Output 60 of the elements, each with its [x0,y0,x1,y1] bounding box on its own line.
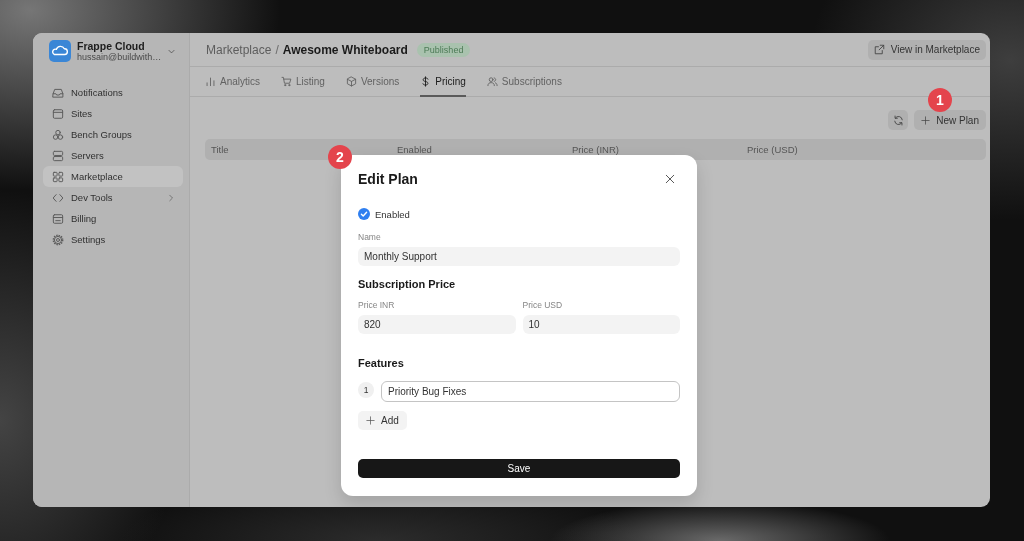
checkbox-label: Enabled [375,208,410,220]
refresh-icon [892,114,904,126]
column-header: Price (USD) [747,144,798,155]
breadcrumb-separator: / [275,42,279,57]
breadcrumb-link[interactable]: Marketplace [206,42,272,57]
section-heading: Features [358,356,404,370]
new-plan-button[interactable]: New Plan [914,110,986,130]
wallet-icon [52,212,64,225]
cube-icon [345,75,357,87]
cart-icon [281,75,292,87]
server-icon [52,149,64,162]
sidebar-item[interactable]: Servers [43,145,183,166]
circles-icon [52,128,64,141]
users-icon [486,75,498,87]
dollar-icon [420,75,432,87]
column-header: Enabled [397,144,432,155]
plus-icon [366,416,375,425]
chevron-right-icon [167,193,175,202]
add-feature-button[interactable]: Add [358,411,407,430]
external-link-icon [873,44,885,55]
sidebar-item[interactable]: Settings [43,229,183,250]
status-badge: Published [416,42,471,57]
field-label: Name [358,232,381,243]
account-name: Frappe Cloud [77,39,145,52]
feature-field[interactable]: Priority Bug Fixes [381,381,680,402]
feature-number: 1 [358,382,374,398]
refresh-button[interactable] [888,110,909,130]
field-label: Price USD [522,300,563,311]
sidebar-item[interactable]: Marketplace [43,166,183,187]
save-button[interactable]: Save [358,459,680,478]
plus-icon [921,115,931,125]
gear-icon [52,233,64,246]
sidebar-item[interactable]: Notifications [43,82,183,103]
cloud-logo-icon [49,40,71,62]
dialog-title: Edit Plan [358,171,418,187]
page-title: Awesome Whiteboard [282,42,408,57]
column-header: Title [211,144,229,155]
field-label: Price INR [358,300,395,311]
account-email: hussain@buildwith… [77,51,162,63]
checkbox[interactable] [358,208,370,220]
window-icon [52,107,64,120]
tab[interactable]: Listing [281,67,325,97]
grid-icon [52,170,64,183]
view-in-marketplace-button[interactable]: View in Marketplace [867,39,986,60]
sidebar-item[interactable]: Dev Tools [43,187,183,208]
bar-chart-icon [205,75,216,87]
name-field[interactable]: Monthly Support [358,247,680,266]
price-field[interactable]: 820 [358,315,516,334]
step-marker: 1 [928,88,952,112]
sidebar-item[interactable]: Billing [43,208,183,229]
inbox-icon [52,86,64,99]
tab[interactable]: Pricing [420,67,466,97]
tab[interactable]: Subscriptions [486,67,562,97]
close-icon[interactable] [665,174,675,184]
code-icon [52,191,64,204]
sidebar-item[interactable]: Bench Groups [43,124,183,145]
column-header: Price (INR) [572,144,619,155]
section-heading: Subscription Price [358,277,456,291]
price-field[interactable]: 10 [522,315,680,334]
sidebar-item[interactable]: Sites [43,103,183,124]
